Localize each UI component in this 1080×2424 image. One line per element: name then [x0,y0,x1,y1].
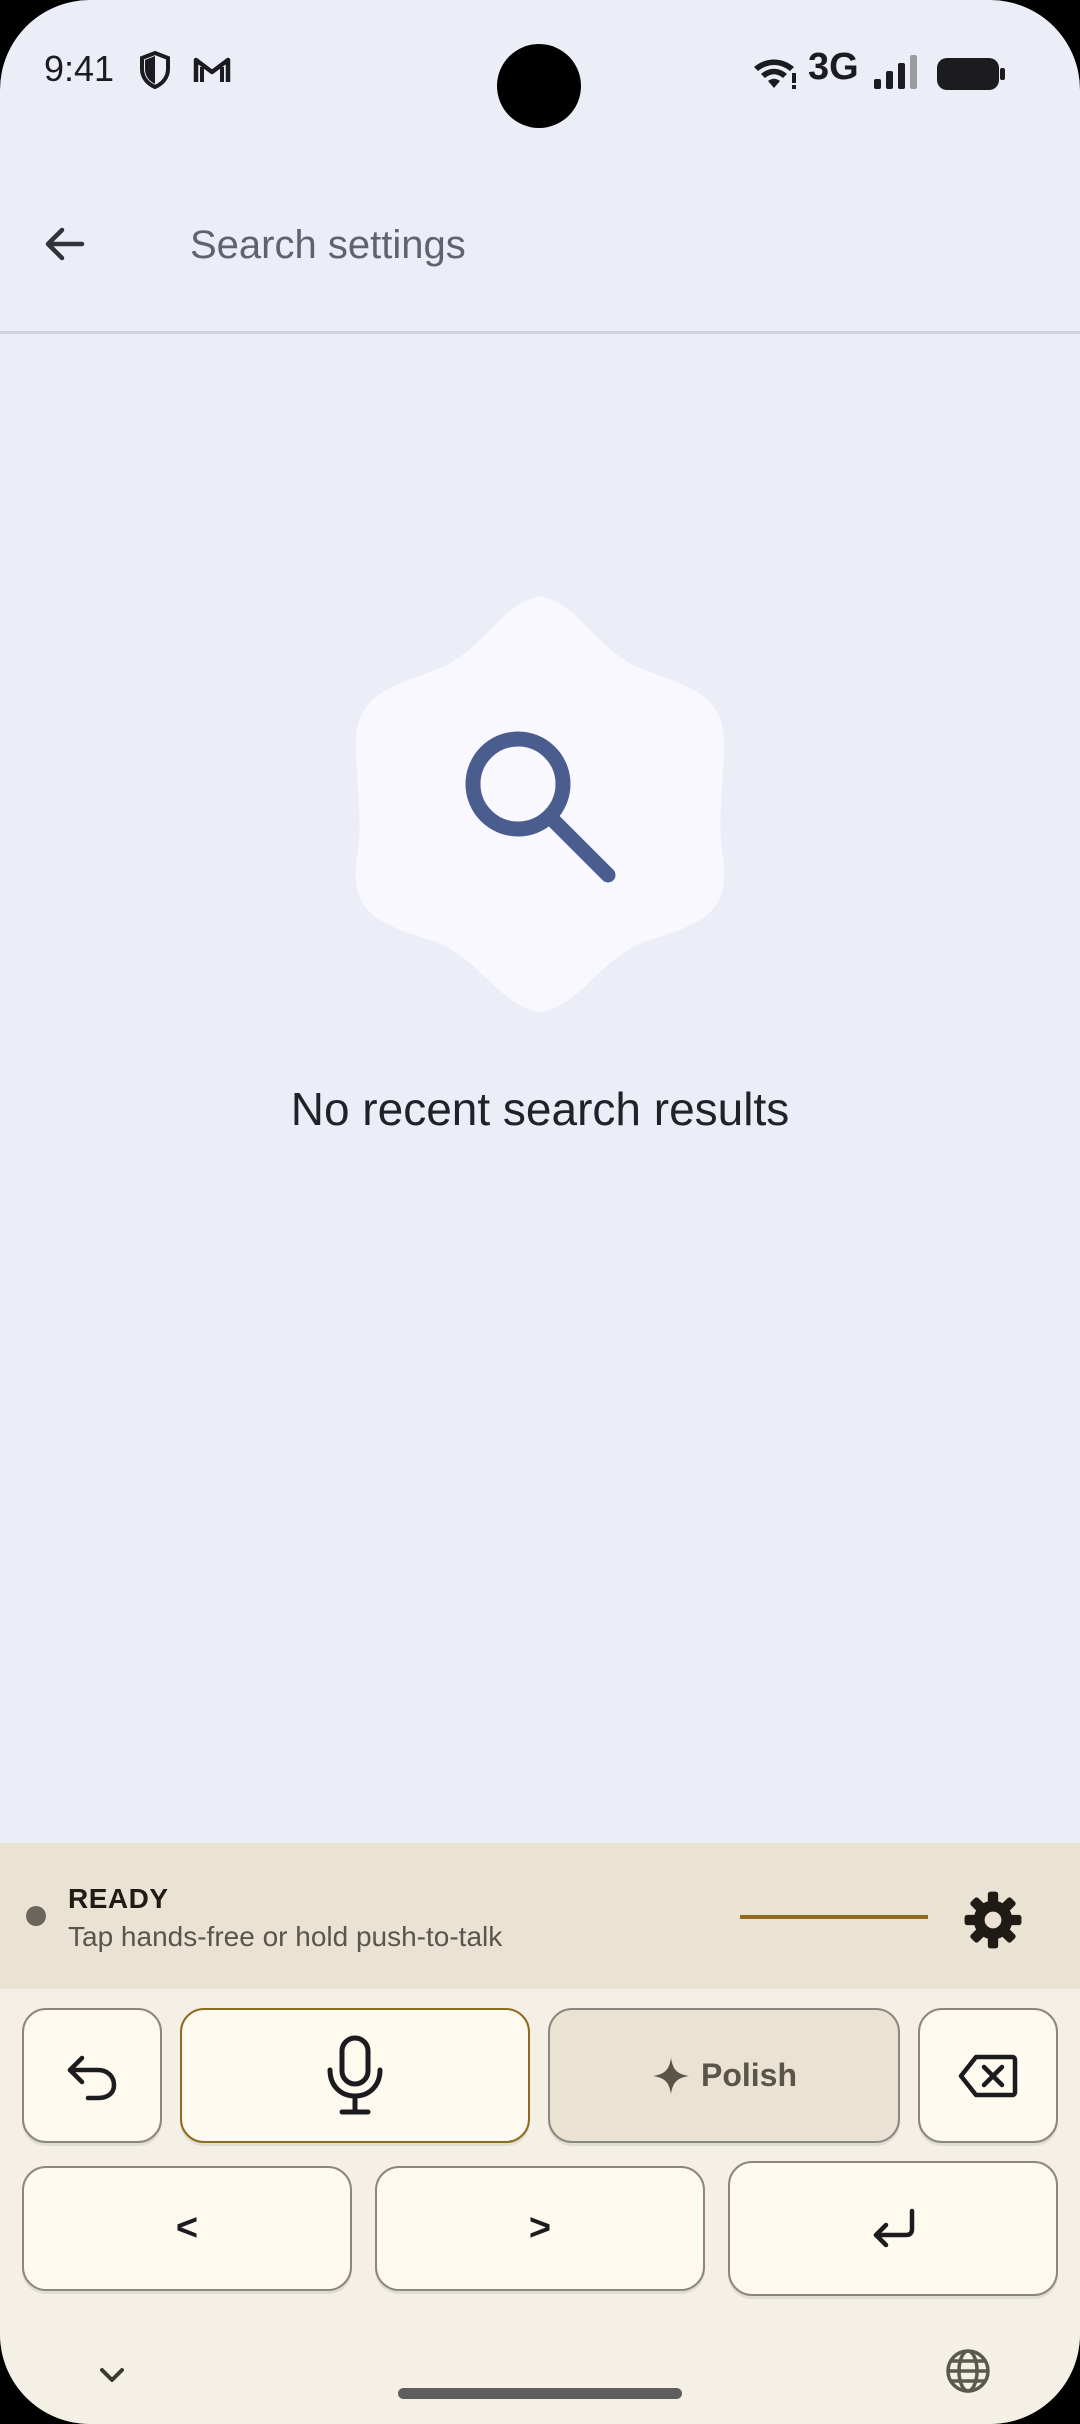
empty-state-message: No recent search results [290,1083,790,1135]
enter-icon [873,2208,915,2247]
search-input[interactable] [188,214,992,276]
polish-key[interactable]: Polish [548,2008,900,2143]
undo-icon [67,2055,117,2100]
settings-search-screen: 9:41 3G Search settings No recent search… [0,0,1080,2424]
keyboard-status-strip: READY Tap hands-free or hold push-to-tal… [0,1843,1080,1989]
gear-icon[interactable] [962,1889,1024,1951]
status-label: READY [68,1883,169,1914]
header-divider [0,331,1080,334]
microphone-key[interactable] [180,2008,530,2143]
cursor-left-key[interactable]: < [22,2166,352,2291]
status-bar: 9:41 3G [0,0,1080,140]
battery-icon [937,58,1005,90]
shield-icon [140,50,170,90]
arrow-back-icon [45,227,85,261]
enter-key[interactable] [728,2161,1058,2296]
audio-level-line [740,1915,928,1919]
microphone-icon [327,2035,383,2114]
network-type: 3G [808,46,859,88]
cursor-right-key[interactable]: > [375,2166,705,2291]
sparkle-icon [652,2057,689,2094]
wifi-icon [754,59,796,89]
empty-state-illustration [355,596,725,1012]
globe-icon[interactable] [944,2347,992,2395]
gmail-icon [193,57,231,82]
status-time: 9:41 [44,48,115,89]
signal-icon [874,55,917,89]
cursor-left-label: < [175,2207,199,2249]
chevron-down-icon[interactable] [90,2353,134,2397]
camera-cutout [497,44,581,128]
backspace-icon [958,2054,1018,2097]
status-indicator-dot [26,1906,46,1926]
back-button[interactable] [28,208,100,280]
backspace-key[interactable] [918,2008,1058,2143]
polish-label: Polish [700,2057,797,2093]
status-hint: Tap hands-free or hold push-to-talk [68,1921,503,1952]
keyboard-bottom-bar [0,2323,1080,2424]
voice-keyboard: READY Tap hands-free or hold push-to-tal… [0,1843,1080,2424]
cursor-right-label: > [528,2207,552,2249]
undo-key[interactable] [22,2008,162,2143]
home-indicator[interactable] [398,2388,682,2399]
search-bar [0,176,1080,332]
